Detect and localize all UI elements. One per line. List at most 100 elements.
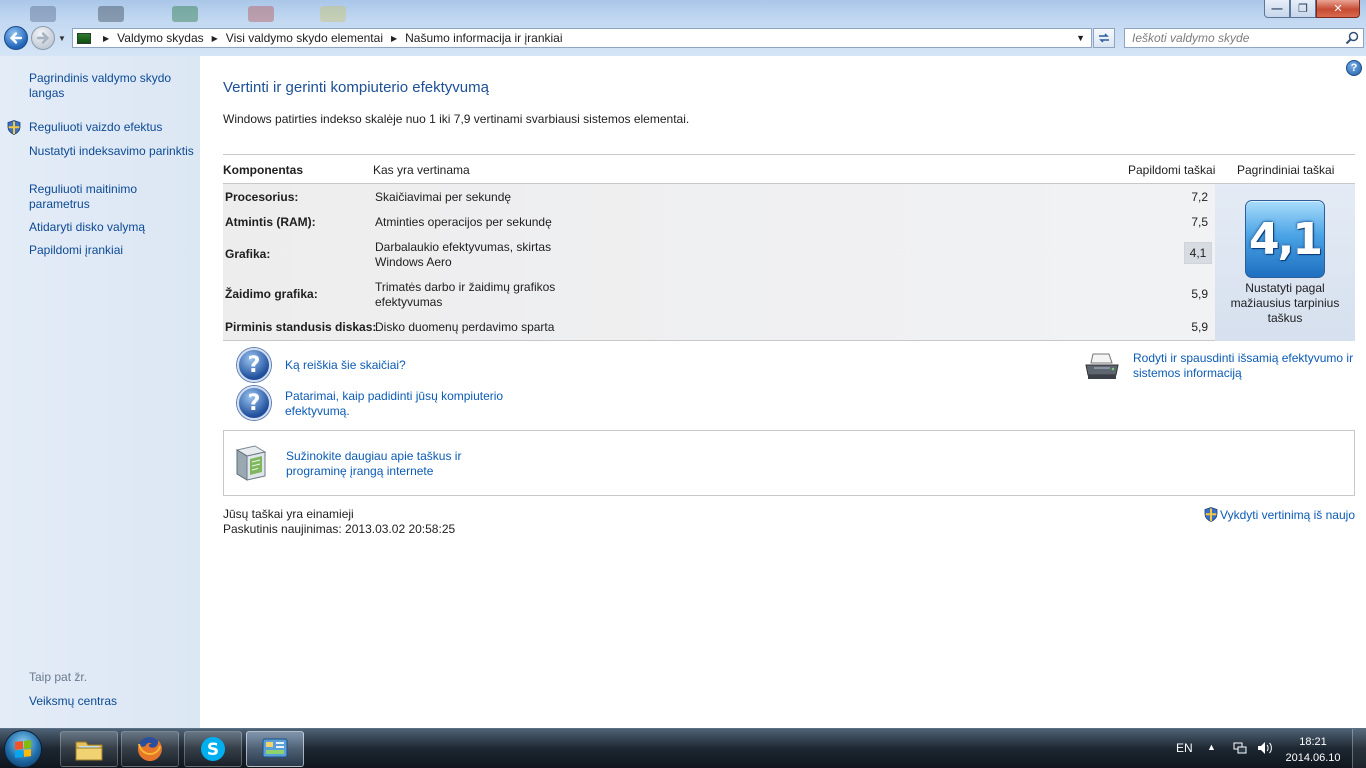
recent-pages-dropdown[interactable]: ▼ xyxy=(58,34,66,43)
sidebar-item-advanced-tools[interactable]: Papildomi įrankiai xyxy=(29,243,194,258)
minimize-button[interactable]: — xyxy=(1264,0,1290,18)
network-icon[interactable] xyxy=(1233,742,1247,754)
component-name: Atmintis (RAM): xyxy=(225,215,316,229)
address-bar[interactable]: ▶ Valdymo skydas ▶ Visi valdymo skydo el… xyxy=(72,28,1092,48)
desktop-icon-ghost xyxy=(30,6,56,22)
page-title: Vertinti ir gerinti kompiuterio efektyvu… xyxy=(223,79,489,96)
component-description: Atminties operacijos per sekundę xyxy=(375,215,552,229)
language-indicator[interactable]: EN xyxy=(1176,741,1193,755)
print-detailed-info-link[interactable]: Rodyti ir spausdinti išsamią efektyvumo … xyxy=(1133,351,1359,381)
table-body: Procesorius: Skaičiavimai per sekundę 7,… xyxy=(223,184,1355,341)
improve-performance-tips-link[interactable]: Patarimai, kaip padidinti jūsų kompiuter… xyxy=(285,389,525,419)
maximize-button[interactable]: ❐ xyxy=(1290,0,1316,18)
sidebar-item-indexing-options[interactable]: Nustatyti indeksavimo parinktis xyxy=(29,144,194,159)
wei-score-table: Komponentas Kas yra vertinama Papildomi … xyxy=(223,154,1355,341)
component-description: Darbalaukio efektyvumas, skirtas Windows… xyxy=(375,240,552,269)
svg-text:S: S xyxy=(207,740,219,760)
breadcrumb-control-panel[interactable]: Valdymo skydas xyxy=(117,31,203,45)
search-input[interactable] xyxy=(1132,31,1337,45)
address-dropdown-icon[interactable]: ▼ xyxy=(1076,33,1085,43)
sidebar-item-disk-cleanup[interactable]: Atidaryti disko valymą xyxy=(29,220,194,235)
software-book-icon xyxy=(235,445,267,481)
firefox-icon xyxy=(137,736,162,761)
learn-more-online-link[interactable]: Sužinokite daugiau apie taškus ir progra… xyxy=(286,449,476,479)
desktop-icon-ghost xyxy=(320,6,346,22)
taskbar-explorer-button[interactable] xyxy=(60,731,118,767)
component-name: Pirminis standusis diskas: xyxy=(225,320,377,334)
base-score-badge: 4,1 xyxy=(1245,200,1325,278)
base-score-caption: Nustatyti pagal mažiausius tarpinius taš… xyxy=(1230,281,1340,325)
taskbar-firefox-button[interactable] xyxy=(121,731,179,767)
sidebar-item-visual-effects[interactable]: Reguliuoti vaizdo efektus xyxy=(29,120,194,135)
see-also-heading: Taip pat žr. xyxy=(29,670,88,684)
component-description: Skaičiavimai per sekundę xyxy=(375,190,512,204)
search-box[interactable] xyxy=(1124,28,1364,48)
breadcrumb-performance[interactable]: Našumo informacija ir įrankiai xyxy=(405,31,562,45)
arrow-left-icon xyxy=(9,32,23,44)
chevron-right-icon[interactable]: ▶ xyxy=(391,34,397,43)
subscore-value-lowest: 4,1 xyxy=(1184,242,1212,264)
volume-icon[interactable] xyxy=(1257,741,1273,755)
base-score-panel: 4,1 Nustatyti pagal mažiausius tarpinius… xyxy=(1215,184,1355,341)
rerun-assessment-label[interactable]: Vykdyti vertinimą iš naujo xyxy=(1220,508,1355,522)
scores-current-text: Jūsų taškai yra einamieji xyxy=(223,507,354,521)
component-description: Trimatės darbo ir žaidimų grafikos efekt… xyxy=(375,280,556,309)
start-button[interactable] xyxy=(4,730,42,768)
subscore-value: 5,9 xyxy=(1191,287,1208,301)
windows-logo-icon xyxy=(15,740,31,758)
help-icon[interactable]: ? xyxy=(1346,60,1362,76)
printer-icon xyxy=(1085,353,1119,379)
header-component: Komponentas xyxy=(223,163,304,177)
subscore-value: 7,2 xyxy=(1191,190,1208,204)
clock[interactable]: 18:21 2014.06.10 xyxy=(1280,734,1346,766)
base-score-value: 4,1 xyxy=(1249,213,1323,265)
search-icon[interactable] xyxy=(1345,31,1359,45)
show-hidden-icons-arrow[interactable]: ▲ xyxy=(1207,742,1216,752)
taskbar-skype-button[interactable]: S xyxy=(184,731,242,767)
subscore-value: 5,9 xyxy=(1191,320,1208,334)
page-description: Windows patirties indekso skalėje nuo 1 … xyxy=(223,112,690,126)
refresh-icon xyxy=(1099,33,1109,43)
chevron-right-icon[interactable]: ▶ xyxy=(103,34,109,43)
taskbar: S EN ▲ 18:21 2014.06.10 xyxy=(0,728,1366,768)
skype-icon: S xyxy=(201,737,225,761)
close-button[interactable]: ✕ xyxy=(1316,0,1360,18)
component-name: Grafika: xyxy=(225,247,271,261)
sidebar-item-power-settings[interactable]: Reguliuoti maitinimo parametrus xyxy=(29,182,194,212)
chevron-right-icon[interactable]: ▶ xyxy=(212,34,218,43)
breadcrumb-all-items[interactable]: Visi valdymo skydo elementai xyxy=(226,31,383,45)
subscore-value: 7,5 xyxy=(1191,215,1208,229)
window-controls: — ❐ ✕ xyxy=(1264,0,1360,18)
taskbar-control-panel-button[interactable] xyxy=(246,731,304,767)
windows-explorer-icon xyxy=(75,741,103,761)
component-name: Procesorius: xyxy=(225,190,299,204)
last-update-text: Paskutinis naujinimas: 2013.03.02 20:58:… xyxy=(223,522,456,536)
show-desktop-button[interactable] xyxy=(1352,729,1366,768)
refresh-button[interactable] xyxy=(1093,28,1115,48)
question-icon: ? xyxy=(237,348,271,382)
clock-date: 2014.06.10 xyxy=(1285,752,1341,764)
clock-time: 18:21 xyxy=(1299,736,1327,748)
main-pane: ? Vertinti ir gerinti kompiuterio efekty… xyxy=(200,56,1366,728)
desktop-icon-ghost xyxy=(248,6,274,22)
question-icon: ? xyxy=(237,386,271,420)
window-titlebar: — ❐ ✕ ▼ ▶ Valdymo skydas ▶ Visi valdymo … xyxy=(0,0,1366,56)
component-name: Žaidimo grafika: xyxy=(225,287,318,301)
sidebar: Pagrindinis valdymo skydo langas Reguliu… xyxy=(0,56,200,728)
learn-more-box: Sužinokite daugiau apie taškus ir progra… xyxy=(223,430,1355,496)
desktop-icon-ghost xyxy=(172,6,198,22)
uac-shield-icon xyxy=(7,120,21,135)
header-base-score: Pagrindiniai taškai xyxy=(1237,163,1335,177)
component-description: Disko duomenų perdavimo sparta xyxy=(375,320,555,334)
what-numbers-mean-link[interactable]: Ką reiškia šie skaičiai? xyxy=(285,358,406,373)
control-panel-icon xyxy=(77,32,91,44)
table-header: Komponentas Kas yra vertinama Papildomi … xyxy=(223,154,1355,184)
uac-shield-icon xyxy=(1204,507,1218,522)
forward-button[interactable] xyxy=(31,26,55,50)
sidebar-item-control-panel-home[interactable]: Pagrindinis valdymo skydo langas xyxy=(29,71,194,101)
control-panel-icon xyxy=(262,738,288,758)
sidebar-item-action-center[interactable]: Veiksmų centras xyxy=(29,694,194,709)
back-button[interactable] xyxy=(4,26,28,50)
arrow-right-icon xyxy=(36,32,50,44)
rerun-assessment-link[interactable]: Vykdyti vertinimą iš naujo xyxy=(1204,507,1355,522)
